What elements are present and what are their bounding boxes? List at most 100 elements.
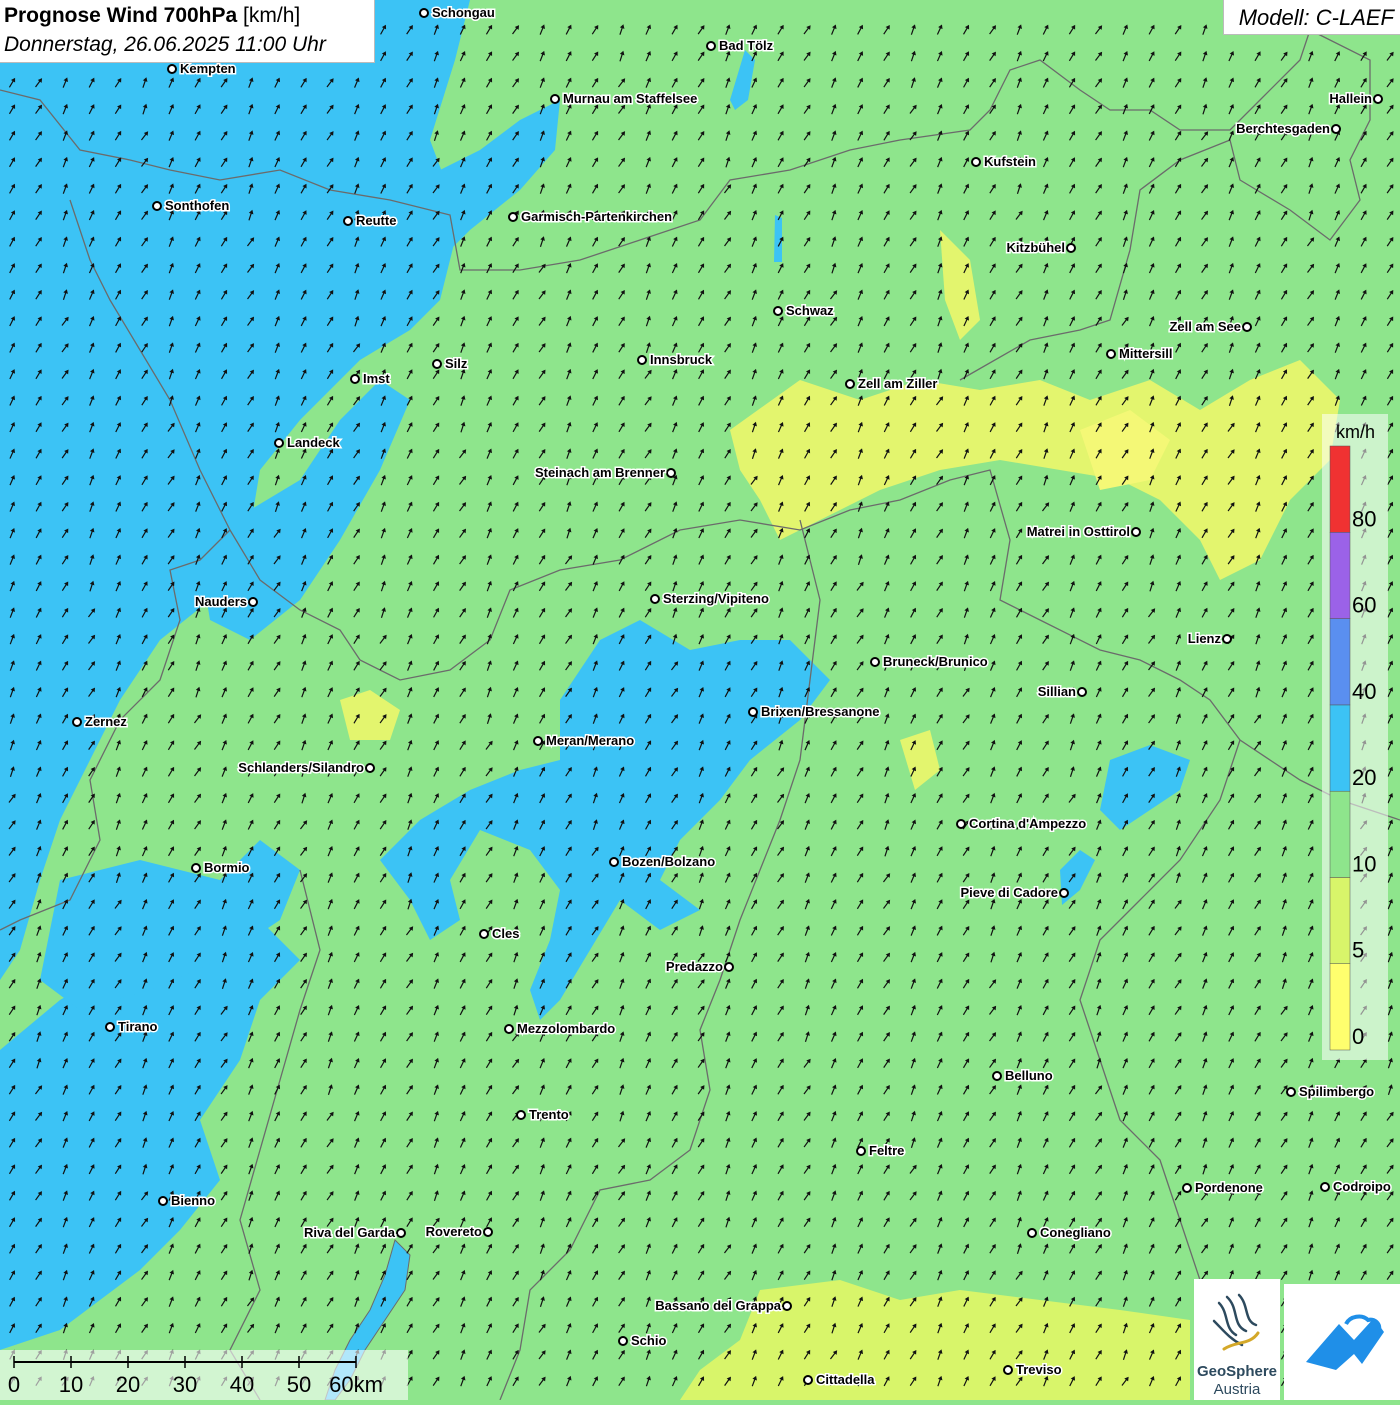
scale-label: 0: [8, 1372, 20, 1397]
place-dot: [773, 306, 783, 316]
place-marker: Mezzolombardo: [504, 1020, 617, 1038]
legend-label: 60: [1352, 593, 1376, 618]
scale-bar: 0 10 20 30 40 50 60km: [0, 1350, 408, 1400]
place-marker: Pordenone: [1182, 1179, 1264, 1197]
place-dot: [706, 41, 716, 51]
place-dot: [396, 1228, 406, 1238]
scale-bar-graphic: 0 10 20 30 40 50 60km: [8, 1356, 383, 1397]
place-dot: [1106, 349, 1116, 359]
scale-label: 50: [287, 1372, 311, 1397]
place-dot: [666, 468, 676, 478]
place-dot: [1331, 124, 1341, 134]
title-box: Prognose Wind 700hPa [km/h] Donnerstag, …: [0, 0, 375, 63]
place-label: Belluno: [1005, 1068, 1053, 1083]
place-marker: Zell am Ziller: [845, 375, 939, 393]
place-label: Bienno: [171, 1193, 215, 1208]
wind-map[interactable]: Schongau Bad Tölz Kempten Murnau am Staffel…: [0, 0, 1400, 1400]
place-label: Sillian: [1038, 684, 1076, 699]
place-label: Zell am See: [1169, 319, 1241, 334]
place-label: Bormio: [204, 860, 250, 875]
place-marker: Schlanders/Silandro: [237, 759, 375, 777]
place-marker: Matrei in Osttirol: [1025, 523, 1141, 541]
geosphere-emblem-icon: [1212, 1293, 1260, 1351]
place-dot: [856, 1146, 866, 1156]
place-dot: [1059, 888, 1069, 898]
place-label: Murnau am Staffelsee: [563, 91, 697, 106]
geosphere-logo: GeoSphere Austria: [1194, 1279, 1280, 1400]
place-label: Codroipo: [1333, 1179, 1391, 1194]
place-marker: Innsbruck: [637, 351, 714, 369]
place-label: Schongau: [432, 5, 495, 20]
place-label: Treviso: [1016, 1362, 1062, 1377]
place-label: Meran/Merano: [546, 733, 634, 748]
place-dot: [1286, 1087, 1296, 1097]
place-dot: [609, 857, 619, 867]
place-label: Kufstein: [984, 154, 1036, 169]
place-dot: [1182, 1183, 1192, 1193]
place-label: Steinach am Brenner: [535, 465, 665, 480]
place-marker: Predazzo: [664, 958, 734, 976]
place-label: Riva del Garda: [304, 1225, 396, 1240]
place-marker: Sonthofen: [152, 197, 231, 215]
place-label: Spilimbergo: [1299, 1084, 1374, 1099]
scale-label: 30: [173, 1372, 197, 1397]
place-dot: [1242, 322, 1252, 332]
model-box: Modell: C-LAEF: [1223, 0, 1400, 35]
place-label: Schwaz: [786, 303, 834, 318]
place-marker: Zell am See: [1168, 318, 1252, 336]
place-dot: [637, 355, 647, 365]
place-dot: [419, 8, 429, 18]
place-dot: [724, 962, 734, 972]
app-logo: [1284, 1284, 1400, 1400]
place-marker: Steinach am Brenner: [533, 464, 676, 482]
place-label: Schio: [631, 1333, 666, 1348]
place-dot: [152, 201, 162, 211]
place-label: Imst: [363, 371, 390, 386]
place-marker: Pieve di Cadore: [959, 884, 1069, 902]
place-dot: [803, 1375, 813, 1385]
place-marker: Meran/Merano: [533, 732, 636, 750]
legend-label: 5: [1352, 938, 1364, 963]
place-label: Nauders: [195, 594, 247, 609]
map-title: Prognose Wind 700hPa [km/h]: [4, 4, 300, 28]
scale-label: 20: [116, 1372, 140, 1397]
place-dot: [1066, 243, 1076, 253]
place-dot: [191, 863, 201, 873]
legend-swatch: [1329, 963, 1351, 1051]
place-label: Brixen/Bressanone: [761, 704, 880, 719]
place-marker: Spilimbergo: [1286, 1083, 1376, 1101]
place-label: Mittersill: [1119, 346, 1172, 361]
place-dot: [550, 94, 560, 104]
place-label: Garmisch-Partenkirchen: [521, 209, 672, 224]
place-dot: [1222, 634, 1232, 644]
place-label: Sterzing/Vipiteno: [663, 591, 769, 606]
place-label: Trento: [529, 1107, 569, 1122]
place-label: Bruneck/Brunico: [883, 654, 988, 669]
place-dot: [956, 819, 966, 829]
place-marker: Brixen/Bressanone: [748, 703, 881, 721]
place-label: Feltre: [869, 1143, 904, 1158]
legend-label: 80: [1352, 506, 1376, 531]
place-dot: [618, 1336, 628, 1346]
scale-label: 40: [230, 1372, 254, 1397]
place-label: Kempten: [180, 61, 236, 76]
place-dot: [971, 157, 981, 167]
place-label: Bad Tölz: [719, 38, 774, 53]
legend-label: 0: [1352, 1024, 1364, 1049]
place-label: Innsbruck: [650, 352, 713, 367]
place-dot: [508, 212, 518, 222]
place-marker: Bassano del Grappa: [654, 1297, 792, 1315]
place-dot: [483, 1227, 493, 1237]
place-label: Hallein: [1329, 91, 1372, 106]
place-dot: [650, 594, 660, 604]
place-dot: [516, 1110, 526, 1120]
legend-swatch: [1329, 618, 1351, 706]
place-marker: Schongau: [419, 4, 496, 22]
place-dot: [992, 1071, 1002, 1081]
place-dot: [343, 216, 353, 226]
place-dot: [1320, 1182, 1330, 1192]
legend-label: 20: [1352, 765, 1376, 790]
place-dot: [365, 763, 375, 773]
place-dot: [1003, 1365, 1013, 1375]
geosphere-text: GeoSphere: [1196, 1363, 1278, 1380]
